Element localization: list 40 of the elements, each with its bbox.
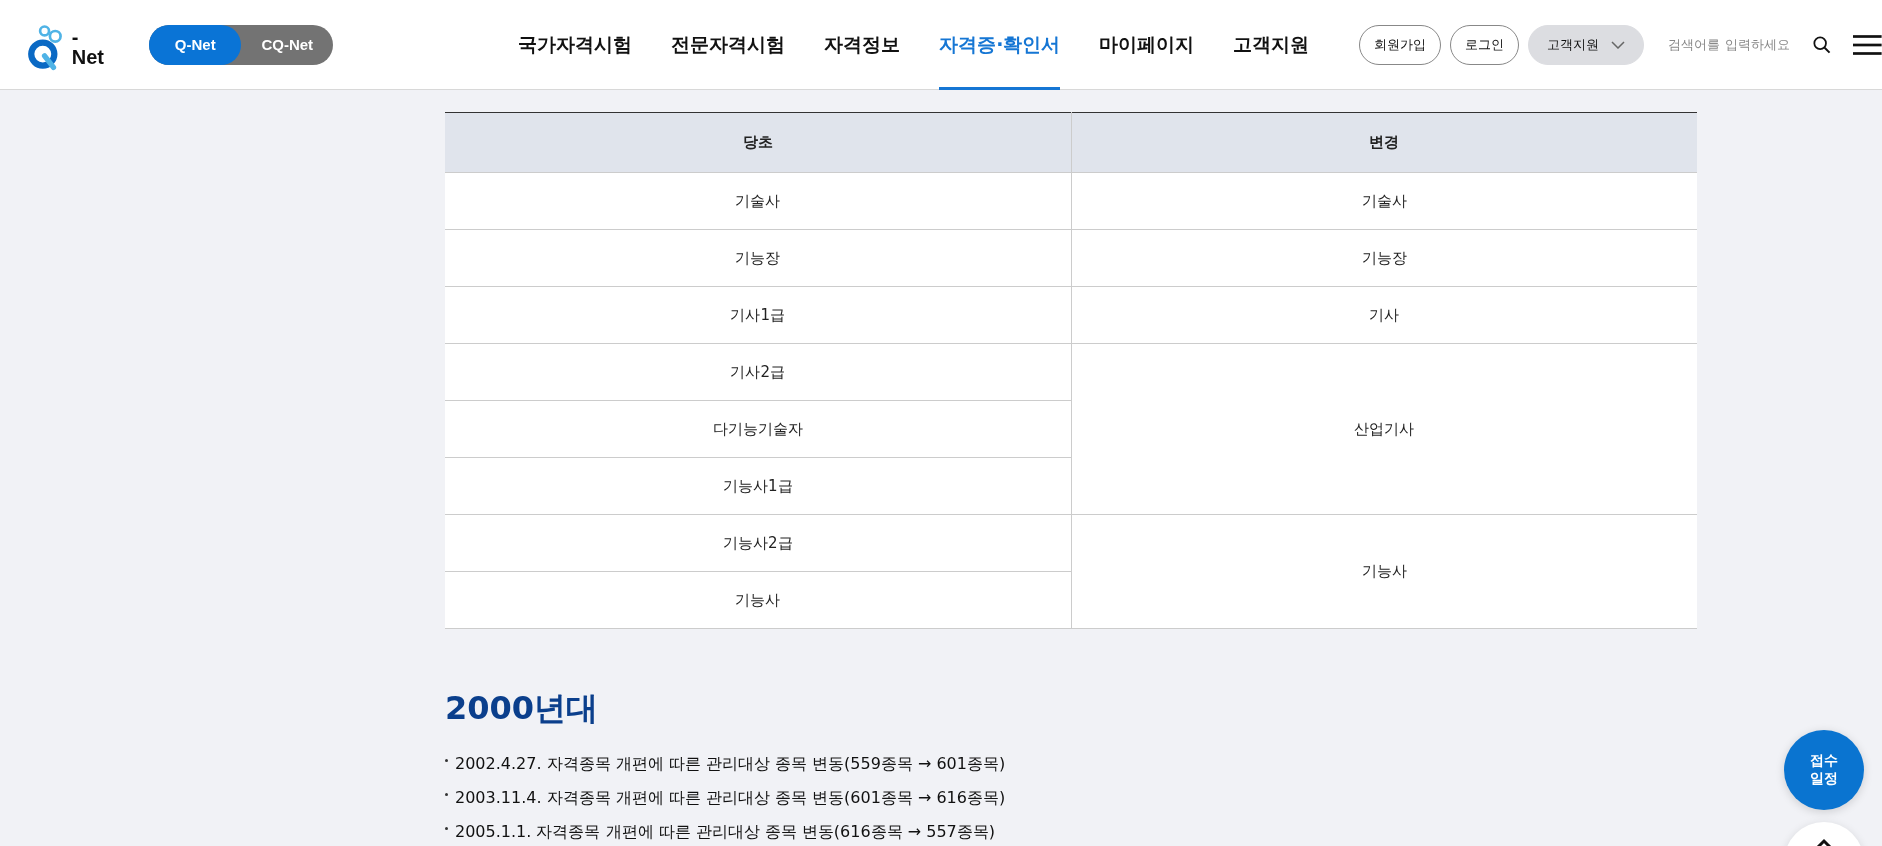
- list-item-text: 2002.4.27. 자격종목 개편에 따른 관리대상 종목 변동(559종목 → 601종목): [455, 753, 1006, 775]
- section-title: 2000년대: [445, 688, 600, 729]
- table-cell: 기능장: [1071, 229, 1697, 287]
- column-header: 당초: [445, 112, 1071, 173]
- bullet-icon: [445, 758, 448, 762]
- table-cell: 기사1급: [445, 286, 1071, 344]
- nav-menu-item[interactable]: 국가자격시험: [518, 0, 633, 90]
- table-cell: 기술사: [1071, 172, 1697, 230]
- bullet-icon: [445, 826, 448, 830]
- table-cell: 기능사1급: [445, 457, 1071, 515]
- table-cell: 기술사: [445, 172, 1071, 230]
- table-cell: 기능사: [1071, 514, 1697, 629]
- menu-icon[interactable]: [1853, 33, 1882, 56]
- header-button[interactable]: 로그인: [1450, 24, 1520, 65]
- table-cell: 기사2급: [445, 343, 1071, 401]
- schedule-button[interactable]: 접수 일정: [1784, 730, 1864, 810]
- column-header: 변경: [1071, 112, 1697, 173]
- search-field[interactable]: 검색어를 입력하세요: [1666, 36, 1806, 53]
- search-icon[interactable]: [1813, 34, 1832, 55]
- logo-text[interactable]: - Net: [71, 26, 112, 73]
- nav-menu-item[interactable]: 자격정보: [824, 0, 901, 90]
- nav-menu-item[interactable]: 전문자격시험: [671, 0, 786, 90]
- table-cell: 다기능기술자: [445, 400, 1071, 458]
- list-item-text: 2003.11.4. 자격종목 개편에 따른 관리대상 종목 변동(601종목 → 616종목): [455, 787, 1006, 809]
- table-cell: 산업기사: [1071, 343, 1697, 515]
- table-cell: 기능사2급: [445, 514, 1071, 572]
- nav-menu-item[interactable]: 자격증·확인서: [939, 0, 1061, 90]
- site-switch-option[interactable]: CQ-Net: [241, 24, 334, 65]
- dropdown-button[interactable]: 고객지원: [1528, 24, 1645, 65]
- table-cell: 기사: [1071, 286, 1697, 344]
- table-cell: 기능장: [445, 229, 1071, 287]
- chevron-down-icon: [1611, 40, 1626, 49]
- site-switch-option[interactable]: Q-Net: [149, 24, 242, 65]
- table-cell: 기능사: [445, 571, 1071, 629]
- nav-menu-item[interactable]: 고객지원: [1233, 0, 1310, 90]
- arrow-up-icon: [1816, 838, 1832, 846]
- header-button[interactable]: 회원가입: [1359, 24, 1442, 65]
- bullet-icon: [445, 792, 448, 796]
- list-item-text: 2005.1.1. 자격종목 개편에 따른 관리대상 종목 변동(616종목 → 557종목): [455, 821, 995, 843]
- nav-menu-item[interactable]: 마이페이지: [1099, 0, 1195, 90]
